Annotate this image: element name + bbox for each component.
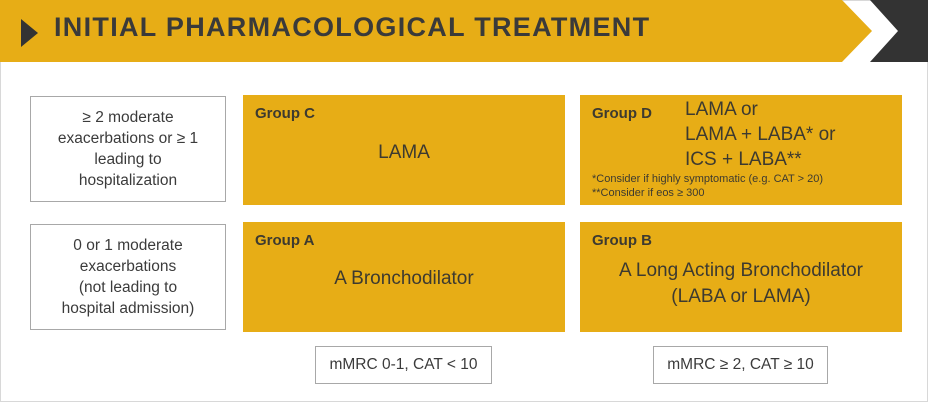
- group-d-box: Group D LAMA or LAMA + LABA* or ICS + LA…: [580, 95, 902, 205]
- group-b-treatment-line: (LABA or LAMA): [671, 286, 811, 307]
- row-label-low-exacerbations: 0 or 1 moderate exacerbations (not leadi…: [30, 224, 226, 330]
- row-label-line: ≥ 2 moderate: [82, 109, 174, 126]
- row-label-high-exacerbations: ≥ 2 moderate exacerbations or ≥ 1 leadin…: [30, 96, 226, 202]
- group-d-title: Group D: [592, 105, 652, 122]
- row-label-line: 0 or 1 moderate: [73, 237, 183, 254]
- group-a-box: Group A A Bronchodilator: [243, 222, 565, 332]
- row-label-line: exacerbations: [79, 258, 177, 275]
- group-a-treatment: A Bronchodilator: [334, 268, 474, 289]
- page-title: INITIAL PHARMACOLOGICAL TREATMENT: [54, 12, 651, 42]
- row-label-line: leading to: [94, 151, 162, 168]
- row-label-line: exacerbations or ≥ 1: [57, 130, 199, 147]
- group-b-treatment-line: A Long Acting Bronchodilator: [618, 260, 863, 281]
- group-c-title: Group C: [255, 105, 315, 122]
- group-d-footnote: *Consider if highly symptomatic (e.g. CA…: [592, 173, 823, 185]
- group-d-treatment-line: ICS + LABA**: [685, 149, 802, 170]
- group-d-treatment-line: LAMA or: [685, 99, 758, 120]
- column-label-low-symptoms: mMRC 0-1, CAT < 10: [315, 346, 492, 384]
- group-d-treatment-line: LAMA + LABA* or: [685, 124, 836, 145]
- group-a-title: Group A: [255, 232, 315, 249]
- row-label-line: (not leading to: [78, 279, 178, 296]
- group-c-box: Group C LAMA: [243, 95, 565, 205]
- row-label-line: hospitalization: [78, 172, 178, 189]
- column-label-high-symptoms: mMRC ≥ 2, CAT ≥ 10: [653, 346, 828, 384]
- group-c-treatment: LAMA: [378, 142, 430, 163]
- group-b-title: Group B: [592, 232, 652, 249]
- group-d-footnote: **Consider if eos ≥ 300: [592, 187, 705, 199]
- group-b-box: Group B A Long Acting Bronchodilator (LA…: [580, 222, 902, 332]
- row-label-line: hospital admission): [61, 300, 195, 317]
